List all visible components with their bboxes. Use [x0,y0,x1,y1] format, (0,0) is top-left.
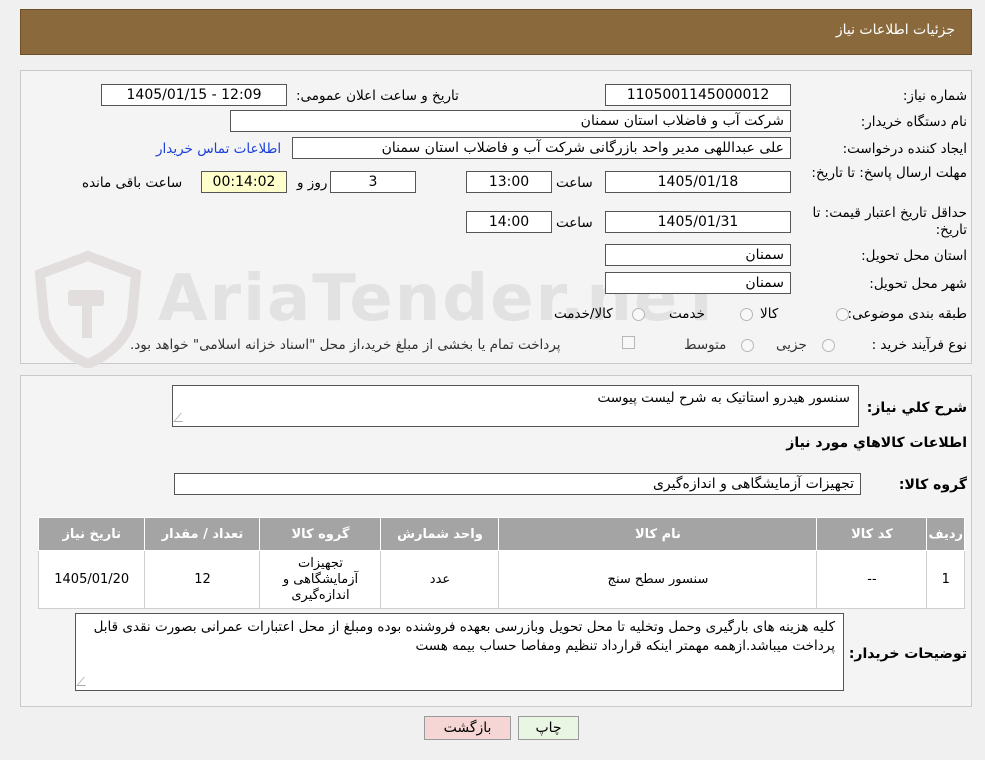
price-validity-time-field: 14:00 [466,211,552,233]
deadline-time-label: ساعت [556,175,593,191]
goods-group-field: تجهیزات آزمایشگاهی و اندازه‌گیری [174,473,861,495]
buyer-notes-label: توضیحات خریدار: [848,646,967,662]
col-date-header: تاریخ نیاز [37,517,146,551]
resize-grip-icon[interactable] [76,677,93,686]
province-label: استان محل تحویل: [861,248,967,264]
category-service-radio[interactable] [740,308,753,321]
treasury-payment-checkbox[interactable] [622,336,635,349]
page-header: جزئیات اطلاعات نیاز [20,9,972,55]
col-group-header: گروه کالا [259,517,382,551]
goods-group-label: گروه کالا: [898,477,967,493]
treasury-payment-note: پرداخت تمام یا بخشی از مبلغ خرید،از محل … [130,337,561,353]
announce-datetime-field: 1405/01/15 - 12:09 [101,84,287,106]
category-goods-service-radio[interactable] [632,308,645,321]
deadline-time-field: 13:00 [466,171,552,193]
price-validity-time-label: ساعت [556,215,593,231]
days-label: روز و [297,175,328,191]
buyer-org-field: شرکت آب و فاضلاب استان سمنان [230,110,791,132]
requester-field: علی عبداللهی مدیر واحد بازرگانی شرکت آب … [292,137,791,159]
resize-grip-icon[interactable] [173,413,190,422]
cell-quantity: 12 [144,550,261,609]
process-minor-radio[interactable] [822,339,835,352]
buyer-contact-link[interactable]: اطلاعات تماس خریدار [156,141,281,157]
buyer-notes-textarea[interactable]: کلیه هزینه های بارگیری وحمل وتخلیه تا مح… [75,613,844,691]
category-goods-label: کالا [760,306,779,322]
process-medium-label: متوسط [684,337,727,353]
category-goods-radio[interactable] [836,308,849,321]
deadline-label: مهلت ارسال پاسخ: تا تاریخ: [811,165,967,181]
need-number-label: شماره نیاز: [902,88,967,104]
category-label: طبقه بندی موضوعی: [847,306,967,322]
goods-table-wrapper: ردیف کد کالا نام کالا واحد شمارش گروه کا… [37,517,965,609]
summary-text: سنسور هیدرو استاتیک به شرح لیست پیوست [597,390,850,406]
buyer-notes-text: کلیه هزینه های بارگیری وحمل وتخلیه تا مح… [93,619,835,654]
remaining-time-field: 00:14:02 [201,171,287,193]
category-service-label: خدمت [669,306,705,322]
col-name-header: نام کالا [498,517,818,551]
need-number-field: 1105001145000012 [605,84,791,106]
province-field: سمنان [605,244,791,266]
summary-label: شرح کلي نياز: [866,400,967,416]
cell-group: تجهیزات آزمایشگاهی و اندازه‌گیری [259,550,382,609]
cell-unit: عدد [380,550,500,609]
remaining-time-label: ساعت باقی مانده [82,175,183,191]
process-type-label: نوع فرآیند خرید : [871,337,967,353]
back-button[interactable]: بازگشت [424,716,511,740]
col-row-header: ردیف [926,517,965,551]
days-remaining-field: 3 [330,171,416,193]
buyer-org-label: نام دستگاه خریدار: [860,114,967,130]
category-goods-service-label: کالا/خدمت [554,306,613,322]
announce-label: تاریخ و ساعت اعلان عمومی: [296,88,459,104]
cell-name: سنسور سطح سنج [498,550,818,609]
cell-date: 1405/01/20 [37,550,146,609]
price-validity-label: حداقل تاریخ اعتبار قیمت: تا تاریخ: [812,205,967,238]
process-minor-label: جزیی [776,337,807,353]
city-field: سمنان [605,272,791,294]
col-quantity-header: تعداد / مقدار [144,517,261,551]
page-title: جزئیات اطلاعات نیاز [835,22,955,38]
cell-row: 1 [926,550,965,609]
cell-code: -- [816,550,928,609]
process-medium-radio[interactable] [741,339,754,352]
summary-textarea[interactable]: سنسور هیدرو استاتیک به شرح لیست پیوست [172,385,859,427]
deadline-date-field: 1405/01/18 [605,171,791,193]
price-validity-date-field: 1405/01/31 [605,211,791,233]
print-button[interactable]: چاپ [518,716,579,740]
table-row: 1 -- سنسور سطح سنج عدد تجهیزات آزمایشگاه… [37,550,965,609]
city-label: شهر محل تحویل: [869,276,967,292]
goods-info-title: اطلاعات کالاهاي مورد نياز [786,435,967,451]
requester-label: ایجاد کننده درخواست: [842,141,967,157]
col-unit-header: واحد شمارش [380,517,500,551]
table-header-row: ردیف کد کالا نام کالا واحد شمارش گروه کا… [37,517,965,551]
goods-table: ردیف کد کالا نام کالا واحد شمارش گروه کا… [37,517,965,609]
col-code-header: کد کالا [816,517,928,551]
